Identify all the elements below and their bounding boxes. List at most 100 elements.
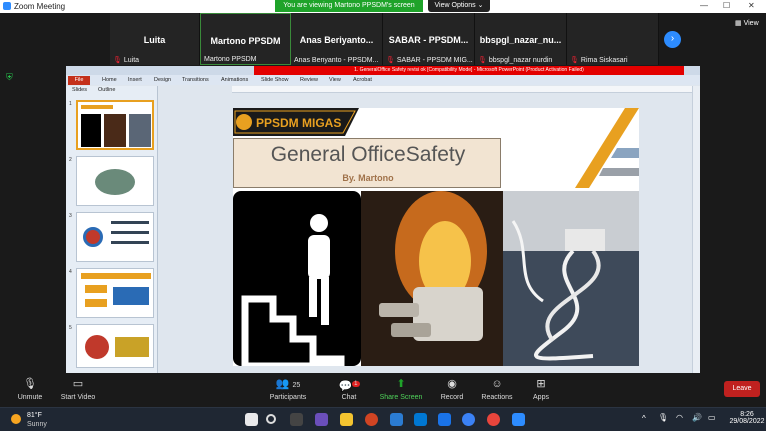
stairs-image [233, 191, 361, 366]
person-leg [309, 277, 317, 317]
powerpoint-icon[interactable] [365, 413, 378, 426]
participant-tile-active-speaker[interactable]: Martono PPSDM Martono PPSDM [200, 13, 291, 65]
system-clock[interactable]: 8:26 29/08/2022 [728, 411, 766, 425]
wifi-icon[interactable]: ◠ [676, 413, 683, 422]
start-video-button[interactable]: ▭ Start Video [48, 377, 108, 401]
thumb-image [129, 114, 151, 147]
chat-badge: 1 [352, 381, 360, 387]
thumb-graphic [85, 335, 109, 359]
thumb-graphic [113, 287, 149, 305]
ribbon-tab-review[interactable]: Review [300, 77, 318, 83]
view-button[interactable]: ▦ View [735, 19, 759, 27]
file-tab[interactable]: File [68, 76, 90, 85]
stripe-gray [599, 168, 639, 176]
power-strip [565, 229, 605, 251]
ribbon-tab-transitions[interactable]: Transitions [182, 77, 209, 83]
mail-icon[interactable] [414, 413, 427, 426]
slide-number: 4 [69, 269, 72, 275]
view-label: View [743, 20, 759, 27]
tab-slides[interactable]: Slides [72, 87, 87, 93]
fire-icon [379, 191, 487, 341]
next-participants-button[interactable]: › [664, 31, 681, 48]
thumb-graphic [81, 273, 151, 279]
minimize-icon[interactable]: — [700, 1, 708, 10]
battery-icon[interactable]: ▭ [708, 413, 716, 422]
apps-icon: ⊞ [536, 378, 546, 390]
mic-muted-icon: 🎙 [570, 57, 579, 64]
ribbon-tab-insert[interactable]: Insert [128, 77, 142, 83]
weather-temp: 81°F [27, 412, 42, 419]
chat-button[interactable]: 💬 1 Chat [319, 377, 379, 401]
brand-text: PPSDM MIGAS [256, 116, 341, 130]
corner-stripes [575, 108, 639, 188]
volume-icon[interactable]: 🔊 [692, 413, 702, 422]
participants-icon: 👥 25 [275, 378, 301, 390]
slide-thumbnail[interactable] [76, 268, 154, 318]
slide-title: General OfficeSafety [270, 143, 466, 166]
ribbon-tab-view[interactable]: View [329, 77, 341, 83]
participant-tile[interactable]: bbspgl_nazar_nu... 🎙 bbspgl_nazar nurdin [475, 13, 567, 65]
tab-outline[interactable]: Outline [98, 87, 115, 93]
slide-number: 5 [69, 325, 72, 331]
store-icon[interactable] [438, 413, 451, 426]
slide: PPSDM MIGAS General OfficeSafety By. Mar… [233, 108, 639, 366]
slide-byline: By. Martono [342, 173, 394, 183]
mic-muted-icon: 🎙 [113, 57, 122, 64]
mic-muted-icon: 🎙 [478, 57, 487, 64]
participant-tile[interactable]: Luita 🎙 Luita [110, 13, 200, 65]
ribbon-tab-design[interactable]: Design [154, 77, 171, 83]
slide-thumbnail[interactable] [76, 212, 154, 262]
cable [545, 249, 601, 343]
participant-tile[interactable]: 🎙 Rima Siskasari [567, 13, 659, 65]
vertical-scrollbar[interactable] [692, 86, 700, 373]
slide-thumbnail[interactable] [76, 100, 154, 150]
participant-tile[interactable]: Anas Beriyanto... Anas Beriyanto - PPSDM… [291, 13, 383, 65]
task-view-icon[interactable] [290, 413, 303, 426]
participant-label: bbspgl_nazar nurdin [488, 57, 553, 64]
chat-label: Chat [341, 394, 357, 401]
share-screen-label: Share Screen [379, 394, 423, 401]
ribbon-tab-acrobat[interactable]: Acrobat [353, 77, 372, 83]
plug [391, 323, 431, 337]
thumb-graphic [95, 169, 135, 195]
weather-condition: Sunny [27, 421, 47, 428]
slide-thumbnail[interactable] [76, 324, 154, 368]
slide-number: 2 [69, 157, 72, 163]
start-icon[interactable] [245, 413, 258, 426]
teams-chat-icon[interactable] [315, 413, 328, 426]
participant-label: Anas Beriyanto - PPSDM... [294, 57, 379, 64]
security-shield-icon: ⛨ [6, 72, 13, 82]
thumb-image [104, 114, 126, 147]
viewing-screen-banner: You are viewing Martono PPSDM's screen [275, 0, 423, 12]
horizontal-ruler [232, 86, 692, 93]
participants-button[interactable]: 👥 25 Participants [258, 377, 318, 401]
cables-icon [503, 191, 639, 361]
ribbon-tab-home[interactable]: Home [102, 77, 117, 83]
leave-button[interactable]: Leave [724, 381, 760, 397]
plug [379, 303, 419, 317]
word-icon[interactable] [390, 413, 403, 426]
clock-date: 29/08/2022 [729, 418, 765, 425]
apps-label: Apps [533, 394, 549, 401]
slide-title-box: General OfficeSafety By. Martono [233, 138, 501, 188]
close-icon[interactable]: ✕ [748, 1, 755, 10]
file-explorer-icon[interactable] [340, 413, 353, 426]
microphone-icon[interactable]: 🎙 [658, 413, 668, 422]
apps-button[interactable]: ⊞ Apps [511, 377, 571, 401]
view-options-button[interactable]: View Options ⌄ [428, 0, 490, 12]
maximize-icon[interactable]: ☐ [723, 1, 730, 10]
zoom-taskbar-icon[interactable] [512, 413, 525, 426]
search-icon[interactable] [266, 414, 276, 424]
grid-icon: ▦ [735, 20, 742, 27]
thumb-graphic [83, 227, 103, 247]
participant-tile[interactable]: SABAR - PPSDM... 🎙 SABAR - PPSDM MIG... [383, 13, 475, 65]
chevron-up-icon[interactable]: ^ [642, 414, 646, 423]
chrome-icon[interactable] [487, 413, 500, 426]
brand-banner: PPSDM MIGAS [233, 108, 359, 136]
ribbon-tab-slide-show[interactable]: Slide Show [261, 77, 289, 83]
ribbon-tab-animations[interactable]: Animations [221, 77, 248, 83]
slide-thumbnail[interactable] [76, 156, 154, 206]
edge-icon[interactable] [462, 413, 475, 426]
chat-icon: 💬 1 [338, 380, 360, 393]
thumb-text [111, 221, 149, 224]
